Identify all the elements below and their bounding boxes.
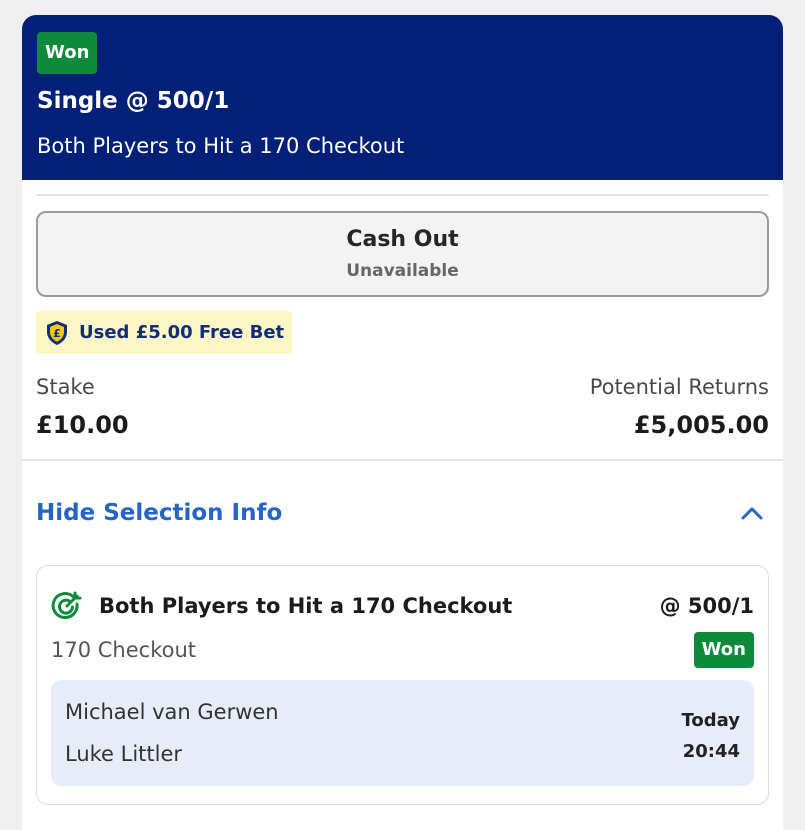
stake-label: Stake — [36, 375, 95, 399]
selection-card: Both Players to Hit a 170 Checkout @ 500… — [36, 565, 769, 805]
bet-card: Won Single @ 500/1 Both Players to Hit a… — [22, 15, 783, 830]
selection-title-group: Both Players to Hit a 170 Checkout — [51, 590, 512, 622]
free-bet-text: Used £5.00 Free Bet — [79, 322, 285, 343]
event-day: Today — [681, 710, 740, 731]
dart-target-icon — [51, 591, 82, 619]
selection-result-badge: Won — [693, 632, 754, 668]
event-time: Today 20:44 — [682, 698, 740, 786]
returns-block: Potential Returns £5,005.00 — [590, 373, 769, 441]
cash-out-label: Cash Out — [346, 227, 459, 252]
selection-header: Both Players to Hit a 170 Checkout @ 500… — [51, 590, 754, 622]
hide-selection-toggle[interactable]: Hide Selection Info — [22, 461, 783, 565]
cash-out-button[interactable]: Cash Out Unavailable — [36, 211, 769, 297]
bet-market: Both Players to Hit a 170 Checkout — [37, 134, 405, 158]
player-name: Luke Littler — [65, 742, 183, 766]
cash-out-status: Unavailable — [346, 261, 459, 281]
selection-odds: @ 500/1 — [659, 594, 754, 618]
stake-value: £10.00 — [36, 411, 129, 439]
players-list: Michael van Gerwen Luke Littler — [65, 698, 279, 786]
selection-name: Both Players to Hit a 170 Checkout — [99, 594, 513, 618]
player-name: Michael van Gerwen — [65, 700, 279, 724]
bet-header: Won Single @ 500/1 Both Players to Hit a… — [22, 15, 783, 180]
selection-market: 170 Checkout — [51, 638, 197, 662]
returns-value: £5,005.00 — [633, 411, 769, 439]
hide-selection-label: Hide Selection Info — [36, 500, 283, 526]
returns-label: Potential Returns — [589, 375, 769, 399]
svg-text:£: £ — [53, 327, 61, 340]
divider — [36, 194, 769, 196]
pound-shield-icon: £ — [47, 320, 67, 345]
bet-title: Single @ 500/1 — [37, 88, 230, 114]
chevron-up-icon — [741, 507, 763, 520]
stake-block: Stake £10.00 — [36, 373, 129, 441]
free-bet-badge: £ Used £5.00 Free Bet — [36, 311, 293, 354]
selection-market-row: 170 Checkout Won — [51, 632, 754, 668]
event-box[interactable]: Michael van Gerwen Luke Littler Today 20… — [51, 680, 754, 786]
event-clock: 20:44 — [682, 741, 740, 762]
stake-returns-row: Stake £10.00 Potential Returns £5,005.00 — [22, 373, 783, 441]
status-badge: Won — [37, 32, 98, 74]
